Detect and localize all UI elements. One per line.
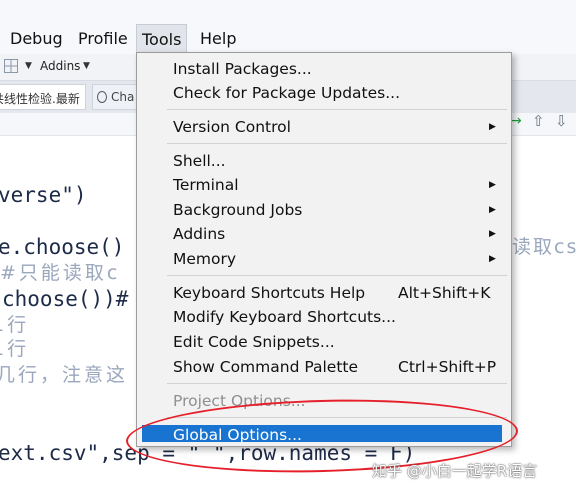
menu-item-check-updates[interactable]: Check for Package Updates... <box>173 83 400 103</box>
menu-item-edit-snippets[interactable]: Edit Code Snippets... <box>173 332 335 352</box>
menu-item-addins[interactable]: Addins <box>173 224 225 244</box>
code-line[interactable]: e.choose() <box>0 235 124 259</box>
arrow-up-icon[interactable]: ⇧ <box>532 112 545 130</box>
menu-item-background-jobs[interactable]: Background Jobs <box>173 200 302 220</box>
menu-item-shell[interactable]: Shell... <box>173 151 226 171</box>
menu-shortcut: Ctrl+Shift+P <box>398 358 497 376</box>
menu-bar: Debug Profile Tools Help <box>0 0 576 56</box>
menu-item-version-control[interactable]: Version Control <box>173 117 291 137</box>
menu-separator <box>167 143 507 144</box>
code-comment[interactable]: 读取csv <box>512 235 576 259</box>
menu-debug[interactable]: Debug <box>10 29 63 49</box>
menu-item-keyboard-shortcuts-help[interactable]: Keyboard Shortcuts Help <box>173 283 365 303</box>
editor-tab-active[interactable]: 共线性检验.最新× <box>0 84 86 110</box>
code-comment[interactable]: 1行 <box>0 313 29 337</box>
arrow-down-icon[interactable]: ⇩ <box>555 112 568 130</box>
chevron-down-icon[interactable]: ▼ <box>83 61 90 71</box>
submenu-arrow-icon: ▶ <box>489 229 496 239</box>
editor-tab[interactable]: Cha <box>92 84 142 110</box>
menu-help[interactable]: Help <box>200 29 236 49</box>
menu-separator <box>167 383 507 384</box>
submenu-arrow-icon: ▶ <box>489 180 496 190</box>
tab-label: 共线性检验.最新 <box>0 92 80 106</box>
menu-separator <box>167 109 507 110</box>
submenu-arrow-icon: ▶ <box>489 205 496 215</box>
code-comment[interactable]: 1行 <box>0 337 29 361</box>
tab-label: Cha <box>111 90 135 104</box>
addins-button[interactable]: Addins <box>40 59 80 73</box>
document-icon <box>97 91 107 103</box>
chevron-down-icon[interactable]: ▼ <box>25 61 32 71</box>
menu-shortcut: Alt+Shift+K <box>398 284 491 302</box>
code-line[interactable]: choose())# <box>2 287 128 311</box>
menu-item-command-palette[interactable]: Show Command Palette <box>173 357 358 377</box>
submenu-arrow-icon: ▶ <box>489 254 496 264</box>
tools-dropdown-menu: Install Packages... Check for Package Up… <box>136 52 512 447</box>
menu-profile[interactable]: Profile <box>78 29 128 49</box>
menu-item-terminal[interactable]: Terminal <box>173 175 239 195</box>
code-line[interactable]: verse") <box>0 183 87 207</box>
code-comment[interactable]: 几行，注意这 <box>0 363 128 387</box>
submenu-arrow-icon: ▶ <box>489 122 496 132</box>
watermark-text: 知乎 @小白一起学R语言 <box>372 462 538 480</box>
menu-item-modify-shortcuts[interactable]: Modify Keyboard Shortcuts... <box>173 307 396 327</box>
grid-icon[interactable] <box>4 59 18 73</box>
menu-separator <box>167 275 507 276</box>
menu-item-memory[interactable]: Memory <box>173 249 236 269</box>
code-comment[interactable]: #只能读取c <box>0 261 120 285</box>
menu-item-install-packages[interactable]: Install Packages... <box>173 59 312 79</box>
